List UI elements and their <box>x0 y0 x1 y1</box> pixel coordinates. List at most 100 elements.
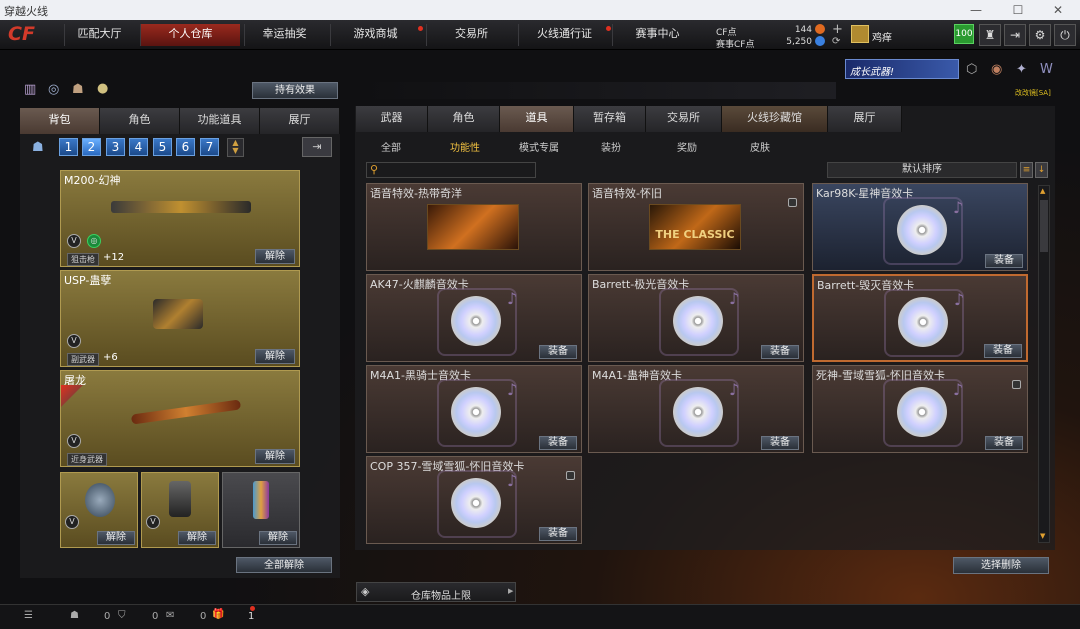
add-cf-button[interactable]: + <box>832 22 843 37</box>
select-delete-button[interactable]: 选择删除 <box>953 557 1049 574</box>
subtab-4[interactable]: 奖励 <box>677 139 697 154</box>
subtab-0[interactable]: 全部 <box>381 139 401 154</box>
item-card[interactable]: Kar98K-星神音效卡 ♪ 装备 <box>812 183 1028 271</box>
nav-tab-3[interactable]: 游戏商城 <box>330 24 420 46</box>
equip-button[interactable]: 装备 <box>761 345 799 359</box>
subtab-3[interactable]: 装扮 <box>601 139 621 154</box>
page-button-3[interactable]: 3 <box>106 138 125 156</box>
level-badge[interactable]: 100 <box>954 24 974 44</box>
unequip-button[interactable]: 解除 <box>255 249 295 264</box>
sort-direction-icon[interactable]: ↓ <box>1035 162 1048 178</box>
nav-tab-4[interactable]: 交易所 <box>426 24 516 46</box>
item-card[interactable]: AK47-火麒麟音效卡 ♪ 装备 <box>366 274 582 362</box>
equip-button[interactable]: 装备 <box>985 436 1023 450</box>
equip-button[interactable]: 装备 <box>539 527 577 541</box>
item-card[interactable]: Barrett-极光音效卡 ♪ 装备 <box>588 274 804 362</box>
page-button-7[interactable]: 7 <box>200 138 219 156</box>
item-card[interactable]: 语音特效-怀旧 THE CLASSIC <box>588 183 804 271</box>
avatar[interactable] <box>851 25 869 43</box>
right-tab-6[interactable]: 展厅 <box>828 106 902 132</box>
nav-tab-6[interactable]: 赛事中心 <box>612 24 702 46</box>
equip-button[interactable]: 装备 <box>539 436 577 450</box>
shield-icon[interactable]: ♜ <box>979 24 1001 46</box>
equip-button[interactable]: 装备 <box>985 254 1023 268</box>
scroll-thumb[interactable] <box>1040 200 1048 252</box>
search-input[interactable]: ⚲ <box>366 162 536 178</box>
friends-icon[interactable]: ☗ <box>70 610 79 621</box>
unequip-all-button[interactable]: 全部解除 <box>236 557 332 573</box>
equip-button[interactable]: 装备 <box>761 436 799 450</box>
right-tab-0[interactable]: 武器 <box>356 106 428 132</box>
transfer-icon[interactable]: ⇥ <box>302 137 332 157</box>
subtab-5[interactable]: 皮肤 <box>750 139 770 154</box>
equipped-secondary[interactable]: USP-蛊孽 V 副武器 +6 解除 <box>60 270 300 367</box>
menu-icon[interactable]: ☰ <box>24 610 33 621</box>
unequip-button[interactable]: 解除 <box>97 531 135 545</box>
pack-icon[interactable]: ☗ <box>32 140 44 155</box>
scrollbar[interactable]: ▲ ▼ <box>1038 185 1050 543</box>
equip-button[interactable]: 装备 <box>539 345 577 359</box>
left-tab-0[interactable]: 背包 <box>20 108 100 134</box>
page-button-2[interactable]: 2 <box>82 138 101 156</box>
minimize-icon[interactable]: — <box>958 0 994 20</box>
nav-tab-2[interactable]: 幸运抽奖 <box>244 24 324 46</box>
unequip-button[interactable]: 解除 <box>255 449 295 464</box>
unequip-button[interactable]: 解除 <box>255 349 295 364</box>
badge-crest-icon[interactable]: ✦ <box>1016 62 1027 77</box>
badge-v-icon[interactable]: ⬡ <box>966 62 977 77</box>
chat-icon[interactable]: ✉ <box>166 610 174 621</box>
close-icon[interactable]: ✕ <box>1040 0 1076 20</box>
nav-tab-1[interactable]: 个人仓库 <box>140 24 240 46</box>
right-tab-2[interactable]: 道具 <box>500 106 574 132</box>
item-card[interactable]: COP 357-雪域雪狐-怀旧音效卡 ♪ 装备 <box>366 456 582 544</box>
grenade-icon[interactable]: ● <box>97 81 108 96</box>
right-tab-4[interactable]: 交易所 <box>646 106 722 132</box>
equip-button[interactable]: 装备 <box>984 344 1022 358</box>
equipped-grenade-2[interactable]: V 解除 <box>141 472 219 548</box>
list-view-icon[interactable]: ≡ <box>1020 162 1033 178</box>
power-icon[interactable]: ⏻ <box>1054 24 1076 46</box>
growth-weapon-banner[interactable]: 成长武器! <box>845 59 959 79</box>
sort-select[interactable]: 默认排序 <box>827 162 1017 178</box>
equipped-grenade-1[interactable]: V 解除 <box>60 472 138 548</box>
effect-button[interactable]: 持有效果 <box>252 82 338 99</box>
page-button-1[interactable]: 1 <box>59 138 78 156</box>
page-button-4[interactable]: 4 <box>129 138 148 156</box>
item-card[interactable]: M4A1-蛊神音效卡 ♪ 装备 <box>588 365 804 453</box>
target-icon[interactable]: ◎ <box>48 82 59 97</box>
item-card[interactable]: 语音特效-热带奇洋 <box>366 183 582 271</box>
left-tab-2[interactable]: 功能道具 <box>180 108 260 134</box>
character-icon[interactable]: ☗ <box>72 82 84 97</box>
page-stepper[interactable]: ▲ ▼ <box>227 138 244 157</box>
scroll-down-icon[interactable]: ▼ <box>1040 532 1048 540</box>
item-card[interactable]: Barrett-毁灭音效卡 ♪ 装备 <box>812 274 1028 362</box>
right-tab-5[interactable]: 火线珍藏馆 <box>722 106 828 132</box>
page-button-6[interactable]: 6 <box>176 138 195 156</box>
equipped-grenade-3[interactable]: 解除 <box>222 472 300 548</box>
subtab-2[interactable]: 模式专属 <box>519 139 559 154</box>
left-tab-3[interactable]: 展厅 <box>260 108 340 134</box>
stats-icon[interactable]: ▥ <box>24 82 36 97</box>
gift-icon[interactable]: 🎁 <box>212 609 224 620</box>
exit-icon[interactable]: ⇥ <box>1004 24 1026 46</box>
item-card[interactable]: 死神-雪域雪狐-怀旧音效卡 ♪ 装备 <box>812 365 1028 453</box>
nav-tab-5[interactable]: 火线通行证 <box>518 24 610 46</box>
gear-icon[interactable]: ⚙ <box>1029 24 1051 46</box>
clan-icon[interactable]: ⛉ <box>118 610 126 621</box>
refresh-icon[interactable]: ⟳ <box>832 36 840 47</box>
item-card[interactable]: M4A1-黑骑士音效卡 ♪ 装备 <box>366 365 582 453</box>
right-tab-3[interactable]: 暂存箱 <box>574 106 646 132</box>
unequip-button[interactable]: 解除 <box>178 531 216 545</box>
scroll-up-icon[interactable]: ▲ <box>1040 187 1048 195</box>
equipped-primary[interactable]: M200-幻神 V ◎ 狙击枪 +12 解除 <box>60 170 300 267</box>
page-button-5[interactable]: 5 <box>153 138 172 156</box>
unequip-button[interactable]: 解除 <box>259 531 297 545</box>
badge-w-icon[interactable]: W <box>1040 62 1053 77</box>
equipped-melee[interactable]: 屠龙 V 近身武器 解除 <box>60 370 300 467</box>
nav-tab-0[interactable]: 匹配大厅 <box>64 24 134 46</box>
badge-orb-icon[interactable]: ◉ <box>991 62 1002 77</box>
storage-limit-bar[interactable]: ◈ 仓库物品上限 ▶ <box>356 582 516 602</box>
maximize-icon[interactable]: ☐ <box>1000 0 1036 20</box>
left-tab-1[interactable]: 角色 <box>100 108 180 134</box>
right-tab-1[interactable]: 角色 <box>428 106 500 132</box>
